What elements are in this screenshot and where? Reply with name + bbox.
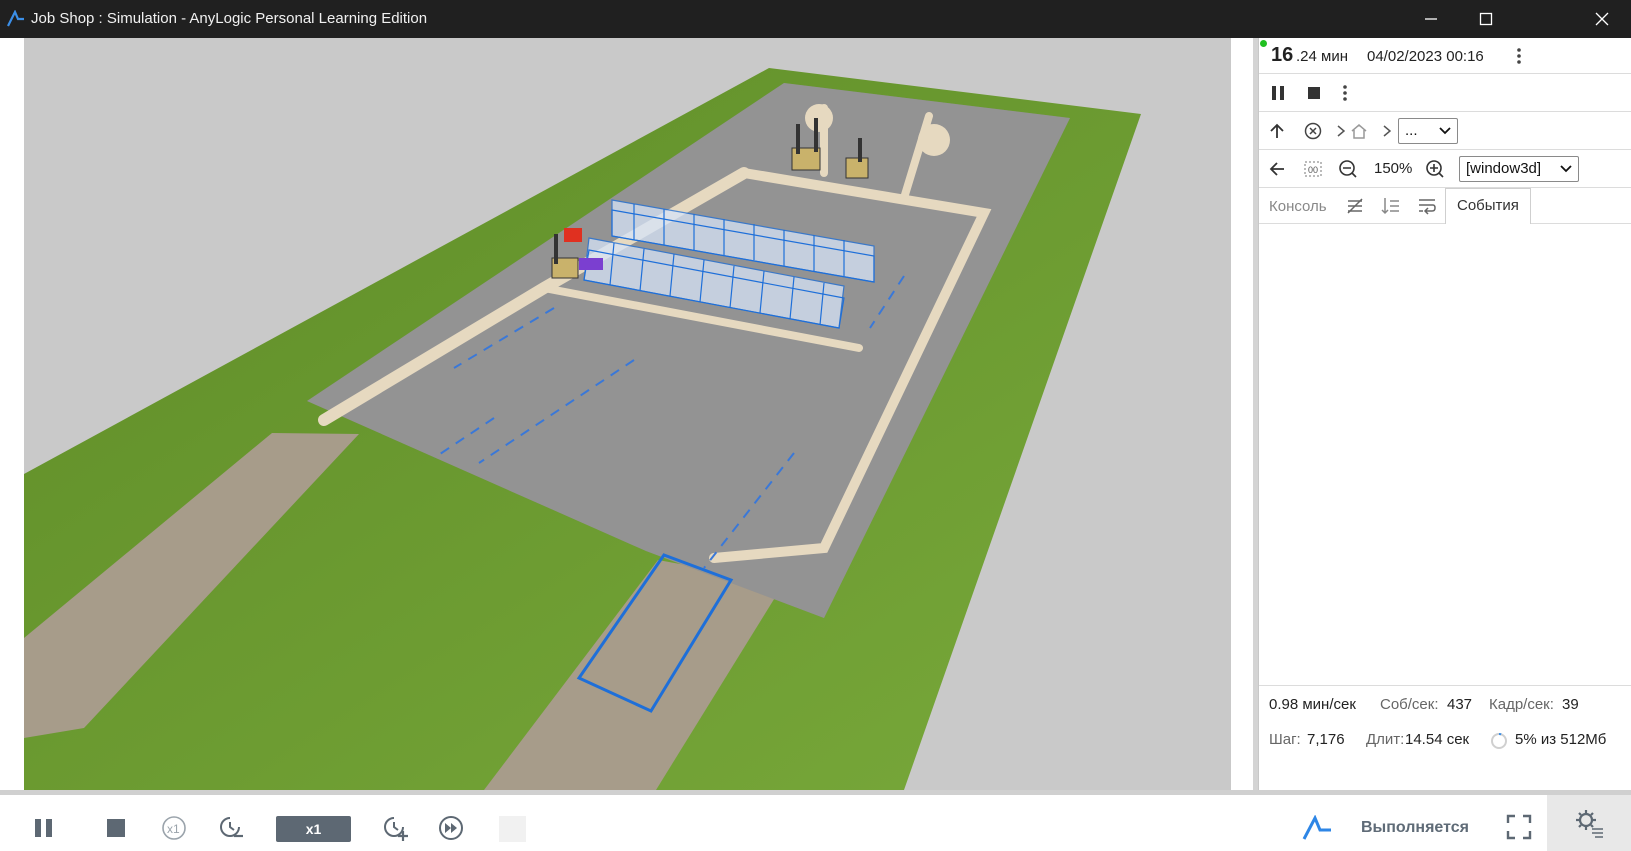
navigation-row: ...	[1259, 112, 1631, 150]
stop-icon	[1308, 87, 1320, 99]
frames-per-sec-label: Кадр/сек:	[1489, 696, 1554, 713]
pause-icon	[35, 819, 52, 837]
frames-per-sec-value: 39	[1562, 696, 1579, 713]
view-area-value: [window3d]	[1466, 160, 1542, 177]
duration-label: Длит:	[1366, 731, 1405, 748]
scroll-lock-icon	[1381, 198, 1399, 215]
memory-usage: 5% из 512Мб	[1515, 731, 1607, 748]
zoom-out-button[interactable]	[1338, 159, 1358, 179]
stop-button[interactable]	[103, 815, 129, 841]
navigate-root-button[interactable]	[1303, 121, 1323, 141]
clear-console-icon	[1347, 198, 1363, 214]
events-per-sec-value: 437	[1447, 696, 1473, 713]
simulation-status: Выполняется	[1361, 819, 1469, 836]
zoom-to-fit-button[interactable]: 00	[1302, 159, 1324, 179]
chevron-down-icon	[1560, 165, 1572, 173]
agent-navigation-select[interactable]: ...	[1398, 118, 1458, 144]
svg-text:00: 00	[1308, 165, 1318, 175]
navigate-up-button[interactable]	[1267, 121, 1287, 141]
slow-down-button[interactable]	[217, 814, 245, 842]
running-indicator-icon	[1260, 40, 1267, 47]
events-per-sec-label: Соб/сек:	[1380, 696, 1439, 713]
scene-svg	[24, 68, 1141, 790]
svg-text:x1: x1	[167, 822, 180, 836]
memory-gauge-icon	[1489, 731, 1509, 751]
title-bar: Job Shop : Simulation - AnyLogic Persona…	[0, 0, 1631, 38]
tab-events[interactable]: События	[1445, 188, 1531, 224]
panel-pause-button[interactable]	[1269, 84, 1287, 102]
anylogic-icon	[1300, 813, 1334, 843]
model-time-main: 16	[1271, 44, 1294, 66]
step-value: 7,176	[1307, 731, 1345, 748]
minimize-button[interactable]	[1402, 0, 1460, 38]
step-label: Шаг:	[1269, 731, 1301, 748]
speed-indicator: x1	[276, 816, 351, 842]
fullscreen-button[interactable]	[1505, 813, 1533, 841]
developer-panel: 16 .24 мин 04/02/2023 00:16 ... 00 150% …	[1258, 38, 1631, 790]
zoom-in-button[interactable]	[1425, 159, 1445, 179]
clear-console-button[interactable]	[1345, 196, 1365, 216]
console-tabs-row: Консоль События	[1259, 188, 1631, 224]
time-row: 16 .24 мин 04/02/2023 00:16	[1259, 38, 1631, 74]
maximize-button[interactable]	[1457, 0, 1515, 38]
stop-icon	[107, 819, 125, 837]
arrow-left-icon	[1269, 162, 1284, 176]
close-icon	[1595, 12, 1609, 26]
view-area-select[interactable]: [window3d]	[1459, 156, 1579, 182]
speed-x1-icon: x1	[162, 816, 186, 840]
anylogic-logo-icon	[7, 10, 24, 27]
cancel-circle-icon	[1304, 122, 1322, 140]
speed-up-icon	[384, 817, 408, 841]
more-vertical-icon	[1343, 85, 1347, 101]
simulation-3d-view[interactable]	[24, 38, 1231, 790]
zoom-row: 00 150% [window3d]	[1259, 150, 1631, 188]
step-placeholder	[499, 816, 526, 842]
home-button[interactable]	[1349, 121, 1369, 141]
fullscreen-icon	[1506, 814, 1532, 840]
chevron-down-icon	[1439, 127, 1451, 135]
run-fast-button[interactable]	[437, 814, 465, 842]
navigate-back-button[interactable]	[1267, 159, 1287, 179]
pause-button[interactable]	[31, 815, 57, 841]
console-output[interactable]	[1259, 224, 1631, 686]
word-wrap-icon	[1419, 199, 1436, 215]
zoom-fit-icon: 00	[1304, 161, 1322, 177]
agent-navigation-value: ...	[1405, 122, 1418, 139]
run-controls-row	[1259, 74, 1631, 112]
tab-console[interactable]: Консоль	[1269, 198, 1327, 215]
maximize-icon	[1479, 12, 1493, 26]
model-speed-stat: 0.98 мин/сек	[1269, 696, 1356, 713]
close-button[interactable]	[1573, 0, 1631, 38]
duration-value: 14.54 сек	[1405, 731, 1470, 748]
window-title: Job Shop : Simulation - AnyLogic Persona…	[31, 10, 428, 27]
word-wrap-button[interactable]	[1417, 196, 1437, 216]
scroll-lock-button[interactable]	[1381, 196, 1401, 216]
model-time-fraction: .24 мин	[1296, 48, 1348, 65]
model-datetime: 04/02/2023 00:16	[1367, 48, 1484, 65]
chevron-right-icon	[1381, 123, 1393, 139]
bottom-toolbar: x1 x1 Выполняется	[0, 790, 1631, 851]
real-time-scale-button[interactable]: x1	[160, 814, 188, 842]
arrow-up-icon	[1270, 123, 1284, 138]
zoom-in-icon	[1426, 160, 1444, 178]
zoom-out-icon	[1339, 160, 1357, 178]
gear-icon	[1576, 810, 1603, 838]
settings-button[interactable]	[1547, 795, 1631, 851]
slow-down-icon	[220, 817, 243, 838]
fast-forward-icon	[439, 816, 463, 840]
pause-icon	[1272, 86, 1284, 100]
time-menu-button[interactable]	[1511, 46, 1527, 66]
home-icon	[1351, 124, 1367, 139]
zoom-level: 150%	[1374, 160, 1413, 177]
run-menu-button[interactable]	[1337, 84, 1353, 102]
chevron-right-icon	[1335, 123, 1347, 139]
panel-stop-button[interactable]	[1305, 84, 1323, 102]
more-vertical-icon	[1517, 48, 1521, 64]
minimize-icon	[1425, 18, 1437, 20]
speed-up-button[interactable]	[381, 814, 409, 842]
